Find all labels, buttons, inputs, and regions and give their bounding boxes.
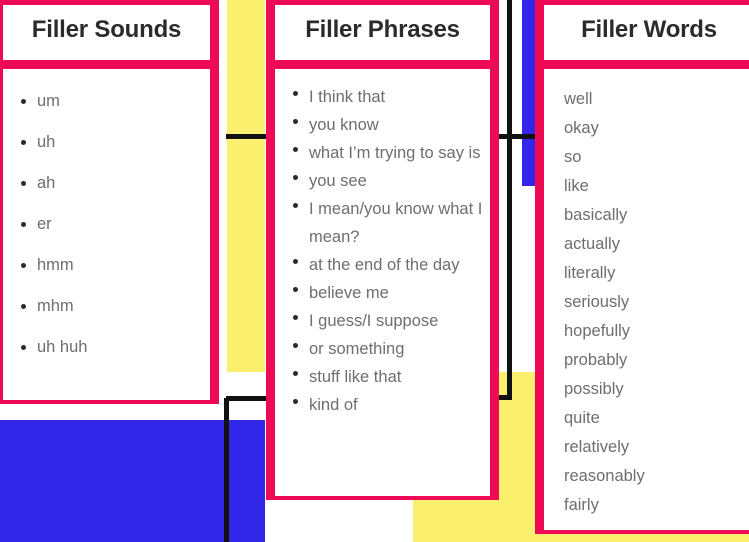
list-item: uh huh: [15, 337, 200, 357]
card-title: Filler Words: [581, 16, 717, 43]
list-item: hmm: [15, 255, 200, 275]
filler-phrases-list: I think that you know what I’m trying to…: [287, 83, 484, 419]
card-title: Filler Phrases: [305, 16, 460, 43]
list-item: at the end of the day: [287, 251, 484, 279]
card-header-filler-words: Filler Words: [544, 5, 749, 60]
yellow-column-block: [227, 0, 265, 372]
black-rule-lower-left: [226, 396, 269, 401]
black-rule-upper-left: [226, 134, 266, 139]
list-item: er: [15, 214, 200, 234]
list-item: actually: [564, 235, 620, 253]
list-item: mhm: [15, 296, 200, 316]
list-item: possibly: [564, 380, 624, 398]
card-body-filler-sounds: um uh ah er hmm mhm uh huh: [3, 69, 210, 400]
list-item: or something: [287, 335, 484, 363]
list-item: what I’m trying to say is: [287, 139, 484, 167]
filler-words-list: well okay so like basically actually lit…: [564, 85, 748, 520]
list-item: uh: [15, 132, 200, 152]
list-item: so: [564, 148, 582, 166]
list-item: you know: [287, 111, 484, 139]
card-title: Filler Sounds: [31, 16, 182, 43]
list-item: quite: [564, 409, 600, 427]
list-item: probably: [564, 351, 628, 369]
card-header-filler-sounds: Filler Sounds: [3, 5, 210, 60]
card-filler-words: Filler Words well okay so like basically…: [535, 0, 749, 534]
list-item: I think that: [287, 83, 484, 111]
black-rule-vertical-left: [224, 398, 229, 542]
list-item: seriously: [564, 293, 630, 311]
card-body-filler-phrases: I think that you know what I’m trying to…: [275, 69, 490, 496]
list-item: kind of: [287, 391, 484, 419]
list-item: literally: [564, 264, 616, 282]
black-rule-vertical-right: [507, 0, 512, 400]
list-item: well: [564, 90, 593, 108]
list-item: you see: [287, 167, 484, 195]
list-item: relatively: [564, 438, 630, 456]
list-item: basically: [564, 206, 628, 224]
list-item: reasonably: [564, 467, 645, 485]
card-body-filler-words: well okay so like basically actually lit…: [544, 69, 749, 530]
card-filler-sounds: Filler Sounds um uh ah er hmm mhm uh huh: [0, 0, 219, 404]
card-header-filler-phrases: Filler Phrases: [275, 5, 490, 60]
list-item: hopefully: [564, 322, 631, 340]
list-item: okay: [564, 119, 599, 137]
list-item: believe me: [287, 279, 484, 307]
poster-canvas: Filler Sounds um uh ah er hmm mhm uh huh…: [0, 0, 749, 542]
list-item: I mean/you know what I mean?: [287, 195, 484, 251]
list-item: um: [15, 91, 200, 111]
list-item: stuff like that: [287, 363, 484, 391]
list-item: I guess/I suppose: [287, 307, 484, 335]
list-item: like: [564, 177, 589, 195]
list-item: fairly: [564, 496, 599, 514]
card-filler-phrases: Filler Phrases I think that you know wha…: [266, 0, 499, 500]
list-item: ah: [15, 173, 200, 193]
filler-sounds-list: um uh ah er hmm mhm uh huh: [15, 91, 200, 357]
